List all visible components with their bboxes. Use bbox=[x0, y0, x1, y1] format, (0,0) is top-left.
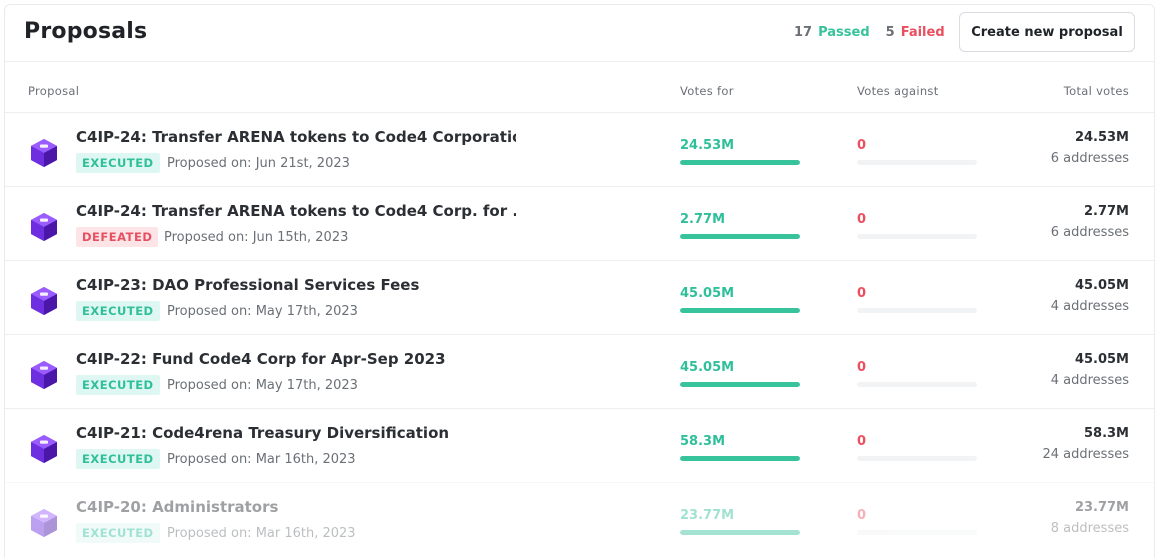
proposals-card: Proposals 17 Passed 5 Failed Create new pro… bbox=[4, 4, 1155, 558]
votes-for-value: 45.05M bbox=[680, 286, 735, 301]
total-votes-addresses: 24 addresses bbox=[1042, 447, 1129, 462]
votes-for-fill bbox=[680, 530, 800, 535]
column-header-votes-against: Votes against bbox=[857, 84, 939, 98]
votes-against-value: 0 bbox=[857, 286, 867, 301]
arena-dao-logo-icon bbox=[29, 286, 59, 316]
arena-dao-logo-icon bbox=[29, 434, 59, 464]
votes-for-fill bbox=[680, 382, 800, 387]
votes-for-bar bbox=[680, 308, 800, 313]
passed-count: 17 bbox=[794, 25, 813, 40]
status-badge: DEFEATED bbox=[76, 227, 159, 247]
status-badge: EXECUTED bbox=[76, 375, 160, 395]
votes-for-value: 24.53M bbox=[680, 138, 735, 153]
proposal-row[interactable]: C4IP-23: DAO Professional Services Fees E… bbox=[5, 260, 1154, 334]
proposals-list: C4IP-24: Transfer ARENA tokens to Code4 … bbox=[5, 112, 1154, 556]
proposed-date: Proposed on: Mar 16th, 2023 bbox=[167, 452, 356, 467]
column-header-votes-for: Votes for bbox=[680, 84, 734, 98]
votes-for-fill bbox=[680, 456, 800, 461]
proposal-title[interactable]: C4IP-22: Fund Code4 Corp for Apr-Sep 202… bbox=[76, 350, 516, 368]
arena-dao-logo-icon bbox=[29, 360, 59, 390]
total-votes-addresses: 6 addresses bbox=[1050, 151, 1129, 166]
votes-against-value: 0 bbox=[857, 434, 867, 449]
votes-for-bar bbox=[680, 234, 800, 239]
proposal-row[interactable]: C4IP-24: Transfer ARENA tokens to Code4 … bbox=[5, 186, 1154, 260]
votes-for-value: 23.77M bbox=[680, 508, 735, 523]
column-header-proposal: Proposal bbox=[28, 84, 80, 98]
total-votes-value: 24.53M bbox=[1074, 130, 1129, 145]
arena-dao-logo-icon bbox=[29, 212, 59, 242]
votes-against-bar bbox=[857, 308, 977, 313]
votes-against-bar bbox=[857, 234, 977, 239]
proposal-title[interactable]: C4IP-24: Transfer ARENA tokens to Code4 … bbox=[76, 128, 516, 146]
proposed-date: Proposed on: May 17th, 2023 bbox=[167, 378, 358, 393]
votes-for-bar bbox=[680, 530, 800, 535]
votes-against-bar bbox=[857, 530, 977, 535]
status-badge: EXECUTED bbox=[76, 449, 160, 469]
failed-count: 5 bbox=[885, 25, 895, 40]
votes-against-bar bbox=[857, 456, 977, 461]
proposal-title[interactable]: C4IP-21: Code4rena Treasury Diversificat… bbox=[76, 424, 516, 442]
proposed-date: Proposed on: Jun 15th, 2023 bbox=[164, 230, 349, 245]
failed-label: Failed bbox=[900, 25, 945, 40]
votes-against-value: 0 bbox=[857, 360, 867, 375]
votes-for-bar bbox=[680, 382, 800, 387]
total-votes-value: 2.77M bbox=[1083, 204, 1129, 219]
proposal-title[interactable]: C4IP-24: Transfer ARENA tokens to Code4 … bbox=[76, 202, 516, 220]
proposal-row[interactable]: C4IP-22: Fund Code4 Corp for Apr-Sep 202… bbox=[5, 334, 1154, 408]
total-votes-value: 45.05M bbox=[1074, 278, 1129, 293]
status-badge: EXECUTED bbox=[76, 301, 160, 321]
total-votes-addresses: 8 addresses bbox=[1050, 521, 1129, 536]
votes-for-value: 58.3M bbox=[680, 434, 726, 449]
total-votes-addresses: 4 addresses bbox=[1050, 299, 1129, 314]
create-proposal-button[interactable]: Create new proposal bbox=[959, 12, 1135, 52]
proposal-row[interactable]: C4IP-21: Code4rena Treasury Diversificat… bbox=[5, 408, 1154, 482]
proposal-title[interactable]: C4IP-20: Administrators bbox=[76, 498, 516, 516]
votes-for-bar bbox=[680, 160, 800, 165]
votes-for-bar bbox=[680, 456, 800, 461]
votes-against-bar bbox=[857, 160, 977, 165]
status-badge: EXECUTED bbox=[76, 153, 160, 173]
proposals-header: Proposals 17 Passed 5 Failed Create new pro… bbox=[5, 5, 1154, 62]
votes-for-fill bbox=[680, 160, 800, 165]
arena-dao-logo-icon bbox=[29, 138, 59, 168]
total-votes-addresses: 4 addresses bbox=[1050, 373, 1129, 388]
arena-dao-logo-icon bbox=[29, 508, 59, 538]
proposed-date: Proposed on: May 17th, 2023 bbox=[167, 304, 358, 319]
proposal-row[interactable]: C4IP-24: Transfer ARENA tokens to Code4 … bbox=[5, 112, 1154, 186]
proposal-title[interactable]: C4IP-23: DAO Professional Services Fees bbox=[76, 276, 516, 294]
column-header-total-votes: Total votes bbox=[1063, 84, 1129, 98]
proposal-row[interactable]: C4IP-20: Administrators EXECUTED Proposed … bbox=[5, 482, 1154, 556]
total-votes-value: 58.3M bbox=[1083, 426, 1129, 441]
proposed-date: Proposed on: Jun 21st, 2023 bbox=[167, 156, 350, 171]
total-votes-addresses: 6 addresses bbox=[1050, 225, 1129, 240]
votes-for-value: 45.05M bbox=[680, 360, 735, 375]
status-badge: EXECUTED bbox=[76, 523, 160, 543]
votes-for-value: 2.77M bbox=[680, 212, 726, 227]
votes-against-bar bbox=[857, 382, 977, 387]
votes-for-fill bbox=[680, 308, 800, 313]
page-title: Proposals bbox=[24, 19, 148, 44]
passed-label: Passed bbox=[818, 25, 870, 40]
votes-against-value: 0 bbox=[857, 212, 867, 227]
votes-against-value: 0 bbox=[857, 508, 867, 523]
votes-for-fill bbox=[680, 234, 800, 239]
proposal-stats: 17 Passed 5 Failed bbox=[794, 25, 945, 40]
votes-against-value: 0 bbox=[857, 138, 867, 153]
total-votes-value: 45.05M bbox=[1074, 352, 1129, 367]
proposed-date: Proposed on: Mar 16th, 2023 bbox=[167, 526, 356, 541]
total-votes-value: 23.77M bbox=[1074, 500, 1129, 515]
